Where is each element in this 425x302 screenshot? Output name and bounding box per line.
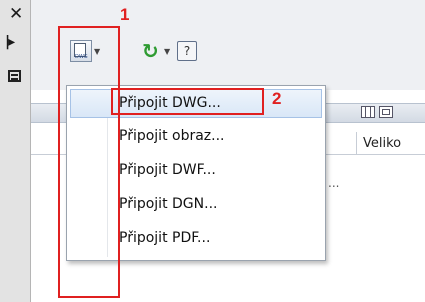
properties-icon[interactable] bbox=[8, 70, 21, 82]
refresh-icon: ↻ bbox=[142, 39, 159, 63]
annotation-box-1 bbox=[58, 26, 120, 298]
help-icon: ? bbox=[177, 41, 197, 61]
annotation-label-2: 2 bbox=[272, 89, 282, 108]
close-icon[interactable]: ✕ bbox=[9, 6, 23, 23]
column-header-size[interactable]: Veliko bbox=[363, 136, 401, 151]
pin-icon[interactable]: |▸ bbox=[5, 35, 15, 49]
help-button[interactable]: ? bbox=[177, 39, 197, 63]
annotation-label-1: 1 bbox=[120, 5, 130, 24]
palette-side-strip: ✕ |▸ bbox=[0, 0, 31, 302]
refresh-button[interactable]: ↻ ▼ bbox=[142, 39, 170, 63]
chevron-down-icon[interactable]: ▼ bbox=[164, 47, 170, 56]
annotation-box-2 bbox=[111, 88, 264, 115]
truncated-text: ... bbox=[328, 176, 340, 190]
column-separator[interactable] bbox=[356, 132, 357, 154]
tree-view-icon[interactable] bbox=[379, 106, 393, 118]
list-view-icon[interactable] bbox=[361, 106, 375, 118]
